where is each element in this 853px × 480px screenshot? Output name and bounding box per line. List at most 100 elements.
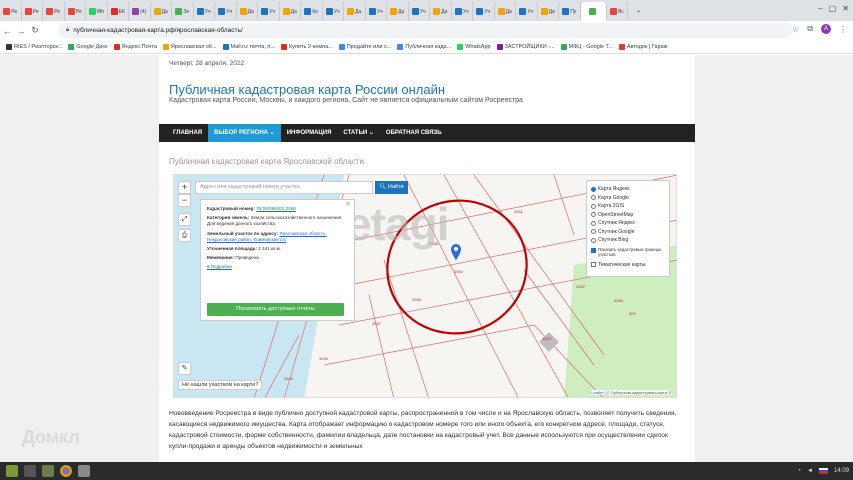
- nav-item[interactable]: ИНФОРМАЦИЯ: [281, 124, 338, 142]
- nav-item[interactable]: ГЛАВНАЯ: [167, 124, 208, 142]
- layer-radio[interactable]: [591, 195, 596, 201]
- view-reports-button[interactable]: Посмотреть доступные отчеты: [207, 303, 344, 316]
- layer-option[interactable]: Карта 2GIS: [591, 202, 665, 211]
- bookmark-item[interactable]: WhatsApp: [457, 43, 491, 50]
- not-found-button[interactable]: Не нашли участком на карте?: [178, 380, 263, 390]
- browser-tab[interactable]: Яс: [607, 2, 628, 21]
- zoom-out-button[interactable]: −: [178, 194, 191, 207]
- browser-tab[interactable]: Уч: [366, 2, 387, 21]
- map-search-input[interactable]: Адрес или кадастровый номер участка: [195, 181, 373, 194]
- browser-tab[interactable]: [580, 2, 607, 21]
- close-window-icon[interactable]: ✕: [842, 4, 849, 13]
- layer-option[interactable]: Карта Яндекс: [591, 185, 665, 194]
- minimize-icon[interactable]: –: [818, 4, 822, 13]
- map-marker-icon[interactable]: [451, 244, 461, 261]
- volume-icon[interactable]: ◄: [807, 468, 813, 474]
- browser-tab[interactable]: Уч: [409, 2, 430, 21]
- map-search-button[interactable]: 🔍︎ Найти: [375, 181, 408, 194]
- browser-tab[interactable]: Да: [237, 2, 258, 21]
- bookmark-item[interactable]: Публичная када...: [397, 43, 451, 50]
- layer-option[interactable]: Спутник Google: [591, 228, 665, 237]
- layer-show-borders[interactable]: Показать кадастровые границы участков: [591, 247, 665, 259]
- chrome-icon[interactable]: [60, 465, 72, 477]
- browser-tab[interactable]: (4): [129, 2, 151, 21]
- cad-number-link[interactable]: 76:09:093401:2268: [256, 206, 296, 211]
- bookmark-item[interactable]: RIES / Риэлторск...: [6, 43, 62, 50]
- browser-tab[interactable]: Ре: [43, 2, 65, 21]
- back-icon[interactable]: ←: [0, 26, 14, 36]
- browser-tab[interactable]: Пу: [559, 2, 581, 21]
- print-icon[interactable]: ⎙: [178, 229, 191, 242]
- address-bar[interactable]: 🔒︎ публичная-кадастровая-карта.рф/яросла…: [58, 23, 793, 38]
- browser-tab[interactable]: Да: [151, 2, 172, 21]
- ruler-icon[interactable]: ✎: [178, 362, 191, 375]
- browser-tab[interactable]: Уч: [516, 2, 538, 21]
- bookmark-item[interactable]: МФЦ - Google Т...: [560, 43, 613, 50]
- browser-tab[interactable]: Ре: [0, 2, 22, 21]
- bookmark-item[interactable]: ЗАСТРОЙЩИКИ -...: [496, 43, 555, 50]
- layer-radio[interactable]: [591, 203, 596, 209]
- extensions-icon[interactable]: ⧉: [807, 24, 813, 34]
- bookmark-star-icon[interactable]: ☆: [792, 25, 799, 34]
- bookmark-item[interactable]: Google Диск: [68, 43, 108, 50]
- app-icon[interactable]: [78, 465, 90, 477]
- browser-tab[interactable]: Да: [280, 2, 301, 21]
- layer-option[interactable]: Спутник Яндекс: [591, 219, 665, 228]
- browser-tab[interactable]: Ре: [65, 2, 86, 21]
- layer-radio[interactable]: [591, 186, 596, 192]
- browser-tab[interactable]: Да: [538, 2, 559, 21]
- avatar[interactable]: A: [821, 24, 831, 34]
- browser-tab[interactable]: Да: [495, 2, 516, 21]
- bookmark-item[interactable]: Купить 2-комна...: [280, 43, 333, 50]
- browser-tab[interactable]: Зе: [172, 2, 194, 21]
- details-link[interactable]: ▾ Подробно: [207, 264, 232, 269]
- browser-tab[interactable]: Уч: [473, 2, 495, 21]
- bookmark-item[interactable]: Mail.ru: почта, п...: [222, 43, 275, 50]
- browser-tab[interactable]: Уч: [215, 2, 237, 21]
- bookmark-item[interactable]: Ярославская об...: [162, 43, 217, 50]
- nav-item[interactable]: СТАТЬИ ⌄: [337, 124, 380, 142]
- browser-tab[interactable]: Уч: [194, 2, 215, 21]
- layer-radio[interactable]: [591, 229, 596, 235]
- fullscreen-icon[interactable]: ⤢: [178, 213, 191, 226]
- site-title[interactable]: Публичная кадастровая карта России онлай…: [169, 82, 445, 97]
- nav-item[interactable]: ВЫБОР РЕГИОНА ⌄: [208, 124, 281, 142]
- nav-item[interactable]: ОБРАТНАЯ СВЯЗЬ: [380, 124, 448, 142]
- files-icon[interactable]: [42, 465, 54, 477]
- layer-thematic[interactable]: Тематические карты: [591, 261, 665, 270]
- bookmark-item[interactable]: Яндекс.Почта: [113, 43, 157, 50]
- browser-tab[interactable]: Уч: [258, 2, 280, 21]
- menu-icon[interactable]: ⋮: [839, 25, 847, 34]
- browser-tab[interactable]: ЕК: [108, 2, 129, 21]
- browser-tab[interactable]: Wh: [86, 2, 108, 21]
- browser-tab[interactable]: Уч: [452, 2, 473, 21]
- browser-tab[interactable]: Да: [344, 2, 366, 21]
- close-icon[interactable]: ×: [346, 201, 350, 208]
- zoom-in-button[interactable]: +: [178, 181, 191, 194]
- start-menu-icon[interactable]: [6, 465, 18, 477]
- wifi-icon[interactable]: ◔: [797, 468, 801, 474]
- browser-tab[interactable]: Да: [430, 2, 452, 21]
- layer-radio[interactable]: [591, 220, 596, 226]
- maximize-icon[interactable]: ▢: [829, 4, 837, 13]
- layer-radio[interactable]: [591, 212, 596, 218]
- reload-icon[interactable]: ↻: [28, 25, 42, 36]
- cadastral-map[interactable]: 3952 2268 3950 3948 3947 3946 3949 4253 4252 4256…: [173, 174, 677, 398]
- layer-radio[interactable]: [591, 237, 596, 243]
- thematic-checkbox[interactable]: [591, 262, 596, 268]
- terminal-icon[interactable]: [24, 465, 36, 477]
- layer-option[interactable]: Спутник Bing: [591, 236, 665, 245]
- language-flag-icon[interactable]: [818, 468, 828, 474]
- browser-tab[interactable]: Ко: [301, 2, 323, 21]
- show-borders-checkbox[interactable]: [591, 247, 596, 253]
- leaflet-link[interactable]: Leaflet: [591, 390, 603, 395]
- bookmark-item[interactable]: Продайте или с...: [338, 43, 391, 50]
- forward-icon[interactable]: →: [14, 26, 28, 36]
- browser-tab[interactable]: Да: [387, 2, 409, 21]
- new-tab-button[interactable]: +: [628, 2, 650, 21]
- layer-option[interactable]: OpenStreetMap: [591, 211, 665, 220]
- bookmark-item[interactable]: Автодок | Гараж: [618, 43, 667, 50]
- browser-tab[interactable]: Уч: [323, 2, 344, 21]
- browser-tab[interactable]: Ре: [22, 2, 43, 21]
- layer-option[interactable]: Карта Google: [591, 194, 665, 203]
